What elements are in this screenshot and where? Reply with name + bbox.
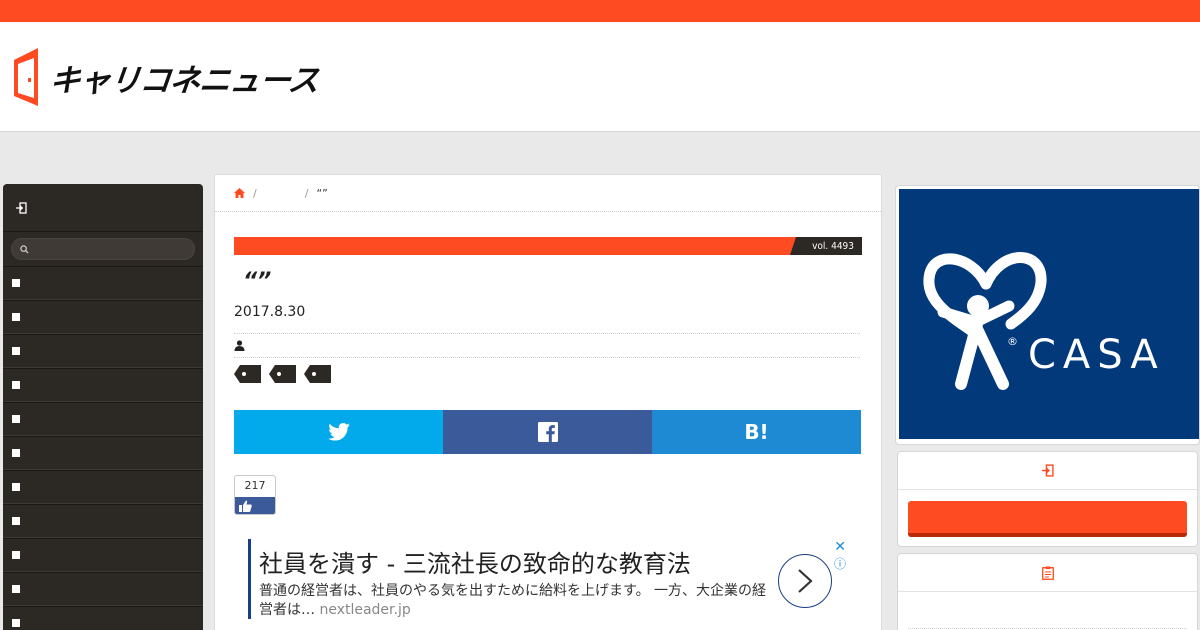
breadcrumb-separator: / — [304, 186, 309, 200]
search-icon — [20, 244, 29, 254]
sidebar-menu — [3, 266, 203, 630]
breadcrumb-separator: / — [253, 186, 257, 200]
ad-close-icon[interactable]: ✕ — [834, 539, 846, 555]
sidebar-item[interactable] — [3, 436, 203, 470]
volume-tag: vol. 4493 — [790, 237, 862, 255]
author-row — [234, 333, 860, 358]
sidebar-item[interactable] — [3, 402, 203, 436]
site-header: キャリコネニュース — [0, 22, 1200, 132]
clipboard-icon — [1041, 566, 1054, 580]
bullet-icon — [12, 381, 20, 389]
login-icon — [1042, 464, 1054, 477]
chevron-right-icon — [798, 569, 813, 593]
ad-title[interactable]: 社員を潰す - 三流社長の致命的な教育法 — [259, 544, 856, 579]
door-logo-icon — [14, 48, 38, 106]
tag-icon[interactable] — [234, 365, 261, 383]
sidebar-item[interactable] — [3, 334, 203, 368]
top-accent-bar — [0, 0, 1200, 22]
list-widget-header — [898, 554, 1197, 592]
search-input[interactable] — [33, 243, 183, 255]
sidebar-item[interactable] — [3, 266, 203, 300]
ad-domain[interactable]: nextleader.jp — [319, 602, 410, 618]
ad-unit[interactable]: 社員を潰す - 三流社長の致命的な教育法 普通の経営者は、社員のやる気を出すため… — [248, 539, 856, 619]
sidebar-item[interactable] — [3, 300, 203, 334]
bullet-icon — [12, 619, 20, 627]
list-widget — [897, 553, 1198, 630]
breadcrumb: / / “” — [215, 175, 881, 212]
tag-icon[interactable] — [304, 365, 331, 383]
volume-bar: vol. 4493 — [234, 237, 862, 255]
casa-banner[interactable]: ® CASA — [895, 185, 1200, 445]
bullet-icon — [12, 585, 20, 593]
bullet-icon — [12, 551, 20, 559]
facebook-share-button[interactable] — [443, 410, 652, 454]
bullet-icon — [12, 313, 20, 321]
sidebar-search[interactable] — [11, 238, 195, 260]
like-count: 217 — [244, 479, 266, 492]
bullet-icon — [12, 279, 20, 287]
bullet-icon — [12, 415, 20, 423]
registered-mark: ® — [1007, 335, 1018, 348]
thumbs-up-icon — [239, 500, 252, 512]
breadcrumb-current: “” — [316, 186, 328, 200]
hatena-label: B! — [744, 420, 769, 444]
sidebar-item[interactable] — [3, 368, 203, 402]
ad-open-button[interactable] — [778, 554, 832, 608]
home-icon[interactable] — [234, 188, 245, 198]
user-icon[interactable] — [234, 340, 245, 351]
tag-list — [234, 365, 331, 383]
like-button[interactable] — [235, 497, 275, 514]
bullet-icon — [12, 517, 20, 525]
login-widget — [897, 451, 1198, 547]
ad-description: 普通の経営者は、社員のやる気を出すために給料を上げます。 一方、大企業の経営者は… — [259, 583, 767, 618]
sidebar-login[interactable] — [3, 184, 203, 232]
article-date: 2017.8.30 — [234, 304, 306, 320]
hatena-share-button[interactable]: B! — [652, 410, 861, 454]
left-sidebar — [3, 184, 203, 630]
ad-info-icon[interactable]: ⓘ — [834, 555, 846, 572]
article-main: / / “” vol. 4493 “” 2017.8.30 B! 217 社員を… — [214, 174, 882, 630]
tag-icon[interactable] — [269, 365, 296, 383]
twitter-share-button[interactable] — [234, 410, 443, 454]
list-divider — [908, 628, 1187, 629]
sidebar-item[interactable] — [3, 470, 203, 504]
login-icon — [16, 201, 27, 214]
login-button[interactable] — [908, 501, 1187, 537]
casa-brand-text: CASA — [1028, 332, 1165, 378]
bullet-icon — [12, 483, 20, 491]
sidebar-item[interactable] — [3, 572, 203, 606]
logo-text: キャリコネニュース — [47, 62, 320, 99]
sidebar-item[interactable] — [3, 538, 203, 572]
sidebar-item[interactable] — [3, 504, 203, 538]
bullet-icon — [12, 347, 20, 355]
site-logo[interactable]: キャリコネニュース — [12, 48, 320, 106]
like-box[interactable]: 217 — [234, 475, 276, 515]
bullet-icon — [12, 449, 20, 457]
facebook-icon — [537, 422, 558, 442]
login-widget-header — [898, 452, 1197, 490]
twitter-icon — [327, 423, 350, 441]
casa-ad-image: ® CASA — [899, 189, 1199, 439]
sidebar-item[interactable] — [3, 606, 203, 630]
article-title: “” — [243, 269, 272, 294]
share-bar: B! — [234, 410, 861, 454]
